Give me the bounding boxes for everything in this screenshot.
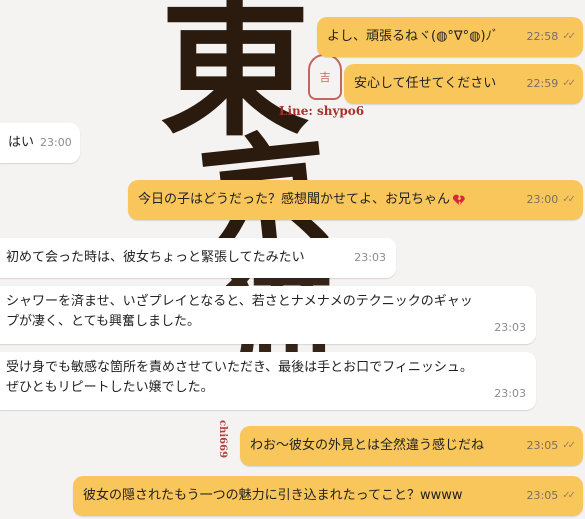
message-text: 受け身でも敏感な箇所を責めさせていただき、最後は手とお口でフィニッシュ。ぜひとも… bbox=[6, 360, 473, 395]
message-text: はい bbox=[8, 135, 35, 150]
broken-heart-icon bbox=[452, 194, 465, 206]
message-text: 初めて会った時は、彼女ちょっと緊張してたみたい bbox=[6, 250, 305, 265]
message-outgoing[interactable]: わお～彼女の外見とは全然違う感じだね 23:05 ✓✓ bbox=[240, 426, 583, 466]
message-text: シャワーを済ませ、いざプレイとなると、若さとナメナメのテクニックのギャップが凄く… bbox=[6, 294, 473, 329]
wallpaper-line-id: Line: shypo6 bbox=[279, 104, 365, 118]
read-check-icon: ✓✓ bbox=[562, 440, 576, 451]
message-time: 23:00 bbox=[40, 136, 72, 149]
message-time: 23:03 bbox=[354, 251, 386, 264]
message-time: 22:58 bbox=[526, 30, 559, 43]
message-incoming[interactable]: はい 23:00 bbox=[0, 123, 80, 163]
message-incoming[interactable]: 受け身でも敏感な箇所を責めさせていただき、最後は手とお口でフィニッシュ。ぜひとも… bbox=[0, 352, 536, 410]
message-time: 23:00 bbox=[526, 193, 559, 206]
read-check-icon: ✓✓ bbox=[562, 31, 576, 42]
message-time: 23:03 bbox=[494, 387, 526, 400]
message-text: 彼女の隠されたもう一つの魅力に引き込まれたってこと？wwww bbox=[83, 488, 463, 503]
message-text: よし、頑張るねヾ(◍°∇°◍)ﾉﾞ bbox=[327, 29, 499, 44]
wallpaper-seal-stamp: 吉 bbox=[308, 54, 342, 100]
message-time: 23:03 bbox=[494, 321, 526, 334]
message-time: 23:05 bbox=[526, 489, 559, 502]
wallpaper-vertical-id: chi669 bbox=[217, 420, 228, 459]
message-outgoing[interactable]: 今日の子はどうだった？感想聞かせてよ、お兄ちゃん 23:00 ✓✓ bbox=[128, 180, 583, 220]
message-incoming[interactable]: 初めて会った時は、彼女ちょっと緊張してたみたい 23:03 bbox=[0, 238, 396, 278]
message-text: 今日の子はどうだった？感想聞かせてよ、お兄ちゃん bbox=[138, 192, 451, 207]
message-time: 22:59 bbox=[526, 77, 559, 90]
message-incoming[interactable]: シャワーを済ませ、いざプレイとなると、若さとナメナメのテクニックのギャップが凄く… bbox=[0, 286, 536, 344]
message-outgoing[interactable]: 彼女の隠されたもう一つの魅力に引き込まれたってこと？wwww 23:05 ✓✓ bbox=[73, 476, 583, 516]
message-outgoing[interactable]: 安心して任せてください 22:59 ✓✓ bbox=[344, 64, 583, 104]
read-check-icon: ✓✓ bbox=[562, 78, 576, 89]
message-outgoing[interactable]: よし、頑張るねヾ(◍°∇°◍)ﾉﾞ 22:58 ✓✓ bbox=[317, 17, 583, 57]
read-check-icon: ✓✓ bbox=[562, 194, 576, 205]
message-text: 安心して任せてください bbox=[354, 76, 497, 91]
message-time: 23:05 bbox=[526, 439, 559, 452]
read-check-icon: ✓✓ bbox=[562, 490, 576, 501]
message-text: わお～彼女の外見とは全然違う感じだね bbox=[250, 438, 485, 453]
